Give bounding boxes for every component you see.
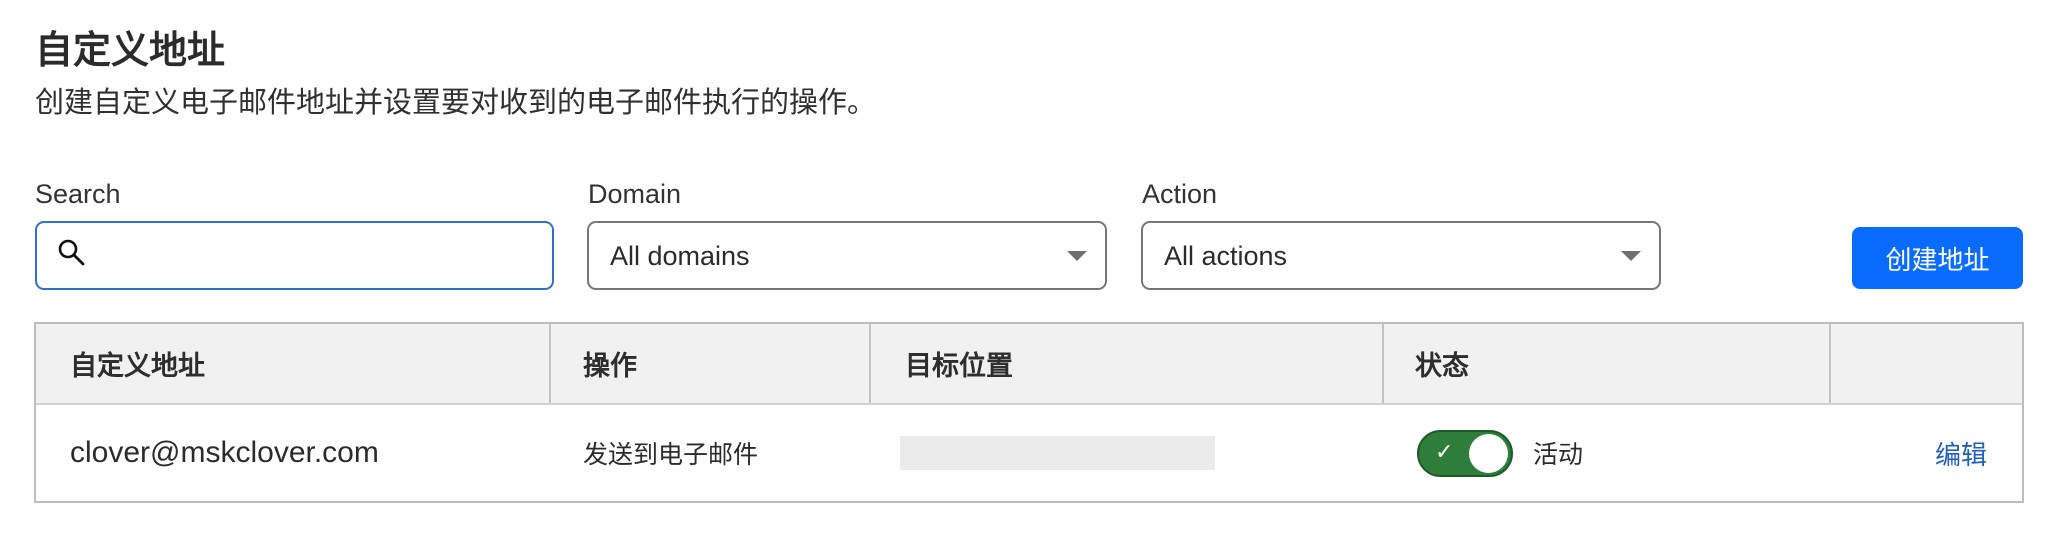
status-toggle[interactable]: ✓: [1417, 429, 1513, 477]
destination-redacted: [900, 436, 1215, 470]
search-label: Search: [35, 179, 121, 209]
addresses-table: 自定义地址 操作 目标位置 状态 clover@mskclover.com 发送…: [34, 322, 2024, 503]
action-selected-value: All actions: [1164, 241, 1288, 271]
edit-cell: 编辑: [1935, 405, 1987, 501]
status-label: 活动: [1533, 441, 1584, 469]
address-cell: clover@mskclover.com: [70, 436, 379, 469]
column-header-address[interactable]: 自定义地址: [70, 324, 205, 403]
domain-label: Domain: [588, 179, 682, 209]
column-divider: [1382, 324, 1384, 403]
destination-cell: [900, 405, 1215, 501]
status-cell: ✓ 活动: [1417, 405, 1583, 501]
toggle-knob: [1469, 433, 1508, 473]
column-header-status[interactable]: 状态: [1415, 324, 1469, 403]
edit-link[interactable]: 编辑: [1935, 435, 1987, 472]
search-icon: [58, 239, 85, 266]
search-input[interactable]: [35, 221, 554, 290]
column-divider: [869, 324, 871, 403]
column-divider: [1829, 324, 1831, 403]
page-title: 自定义地址: [35, 30, 226, 72]
check-icon: ✓: [1435, 439, 1454, 465]
table-header: [36, 324, 2022, 405]
domain-select[interactable]: All domains: [587, 221, 1107, 290]
caret-down-icon: [1621, 251, 1641, 261]
caret-down-icon: [1067, 251, 1087, 261]
create-address-button[interactable]: 创建地址: [1852, 227, 2023, 289]
column-divider: [549, 324, 551, 403]
page-description: 创建自定义电子邮件地址并设置要对收到的电子邮件执行的操作。: [35, 87, 877, 119]
column-header-action[interactable]: 操作: [583, 324, 637, 403]
action-cell: 发送到电子邮件: [583, 441, 759, 469]
action-select[interactable]: All actions: [1141, 221, 1661, 290]
domain-selected-value: All domains: [610, 241, 750, 271]
action-label: Action: [1142, 179, 1218, 209]
column-header-destination[interactable]: 目标位置: [905, 324, 1013, 403]
